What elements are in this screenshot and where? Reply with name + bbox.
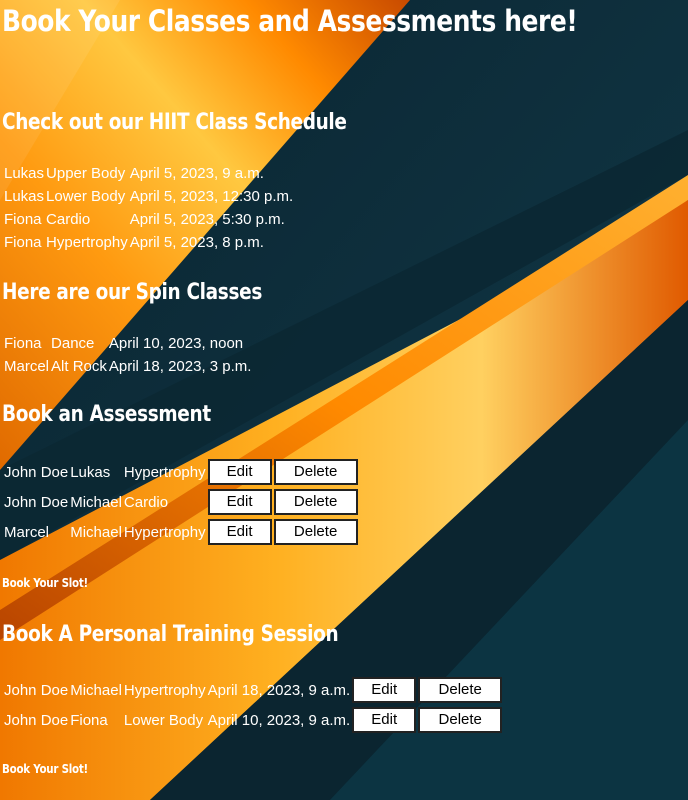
client-cell: John Doe (4, 711, 69, 729)
focus-cell: Hypertrophy (123, 463, 206, 481)
delete-button[interactable]: Delete (273, 519, 358, 545)
edit-button[interactable]: Edit (207, 519, 272, 545)
trainer-cell: Michael (70, 681, 122, 699)
edit-button[interactable]: Edit (207, 459, 272, 485)
assessment-heading: Book an Assessment (2, 402, 211, 427)
table-row: John Doe Michael Hypertrophy April 18, 2… (4, 677, 503, 703)
book-pt-link[interactable]: Book Your Slot! (2, 762, 88, 776)
class-cell: Alt Rock (51, 358, 107, 375)
datetime-cell: April 5, 2023, 8 p.m. (129, 234, 264, 251)
table-row: Fiona Hypertrophy April 5, 2023, 8 p.m. (4, 232, 293, 253)
class-cell: Hypertrophy (46, 234, 128, 251)
trainer-cell: Michael (70, 523, 122, 541)
client-cell: John Doe (4, 493, 69, 511)
trainer-cell: Lukas (4, 165, 45, 182)
datetime-cell: April 5, 2023, 12:30 p.m. (129, 188, 294, 205)
client-cell: John Doe (4, 681, 69, 699)
trainer-cell: Marcel (4, 358, 50, 375)
table-row: Marcel Alt Rock April 18, 2023, 3 p.m. (4, 356, 251, 377)
focus-cell: Cardio (123, 493, 169, 511)
datetime-cell: April 5, 2023, 5:30 p.m. (129, 211, 285, 228)
assessment-table: John Doe Lukas Hypertrophy Edit Delete J… (2, 455, 360, 549)
datetime-cell: April 18, 2023, 9 a.m. (207, 681, 351, 699)
edit-button[interactable]: Edit (352, 707, 417, 733)
class-cell: Dance (51, 335, 95, 352)
pt-heading: Book A Personal Training Session (2, 622, 339, 647)
table-row: Lukas Upper Body April 5, 2023, 9 a.m. (4, 163, 293, 184)
table-row: Lukas Lower Body April 5, 2023, 12:30 p.… (4, 186, 293, 207)
datetime-cell: April 5, 2023, 9 a.m. (129, 165, 264, 182)
focus-cell: Hypertrophy (123, 523, 206, 541)
trainer-cell: Lukas (70, 463, 111, 481)
table-row: Marcel Michael Hypertrophy Edit Delete (4, 519, 358, 545)
trainer-cell: Fiona (4, 335, 42, 352)
trainer-cell: Fiona (4, 211, 42, 228)
table-row: John Doe Michael Cardio Edit Delete (4, 489, 358, 515)
spin-schedule-table: Fiona Dance April 10, 2023, noon Marcel … (2, 331, 253, 379)
table-row: John Doe Lukas Hypertrophy Edit Delete (4, 459, 358, 485)
edit-button[interactable]: Edit (352, 677, 417, 703)
spin-heading: Here are our Spin Classes (2, 280, 263, 305)
table-row: Fiona Cardio April 5, 2023, 5:30 p.m. (4, 209, 293, 230)
delete-button[interactable]: Delete (273, 489, 358, 515)
book-assessment-link[interactable]: Book Your Slot! (2, 576, 88, 590)
hiit-schedule-table: Lukas Upper Body April 5, 2023, 9 a.m. L… (2, 161, 295, 255)
table-row: John Doe Fiona Lower Body April 10, 2023… (4, 707, 503, 733)
datetime-cell: April 10, 2023, noon (108, 335, 244, 352)
datetime-cell: April 10, 2023, 9 a.m. (207, 711, 351, 729)
focus-cell: Hypertrophy (123, 681, 206, 699)
client-cell: Marcel (4, 523, 50, 541)
pt-table: John Doe Michael Hypertrophy April 18, 2… (2, 673, 504, 737)
delete-button[interactable]: Delete (418, 707, 503, 733)
client-cell: John Doe (4, 463, 69, 481)
class-cell: Upper Body (46, 165, 126, 182)
focus-cell: Lower Body (123, 711, 204, 729)
delete-button[interactable]: Delete (418, 677, 503, 703)
trainer-cell: Fiona (70, 711, 108, 729)
trainer-cell: Fiona (4, 234, 42, 251)
trainer-cell: Lukas (4, 188, 45, 205)
trainer-cell: Michael (70, 493, 122, 511)
edit-button[interactable]: Edit (207, 489, 272, 515)
class-cell: Lower Body (46, 188, 126, 205)
hiit-heading: Check out our HIIT Class Schedule (2, 110, 347, 135)
class-cell: Cardio (46, 211, 91, 228)
delete-button[interactable]: Delete (273, 459, 358, 485)
table-row: Fiona Dance April 10, 2023, noon (4, 333, 251, 354)
datetime-cell: April 18, 2023, 3 p.m. (108, 358, 252, 375)
page-title: Book Your Classes and Assessments here! (2, 4, 578, 38)
